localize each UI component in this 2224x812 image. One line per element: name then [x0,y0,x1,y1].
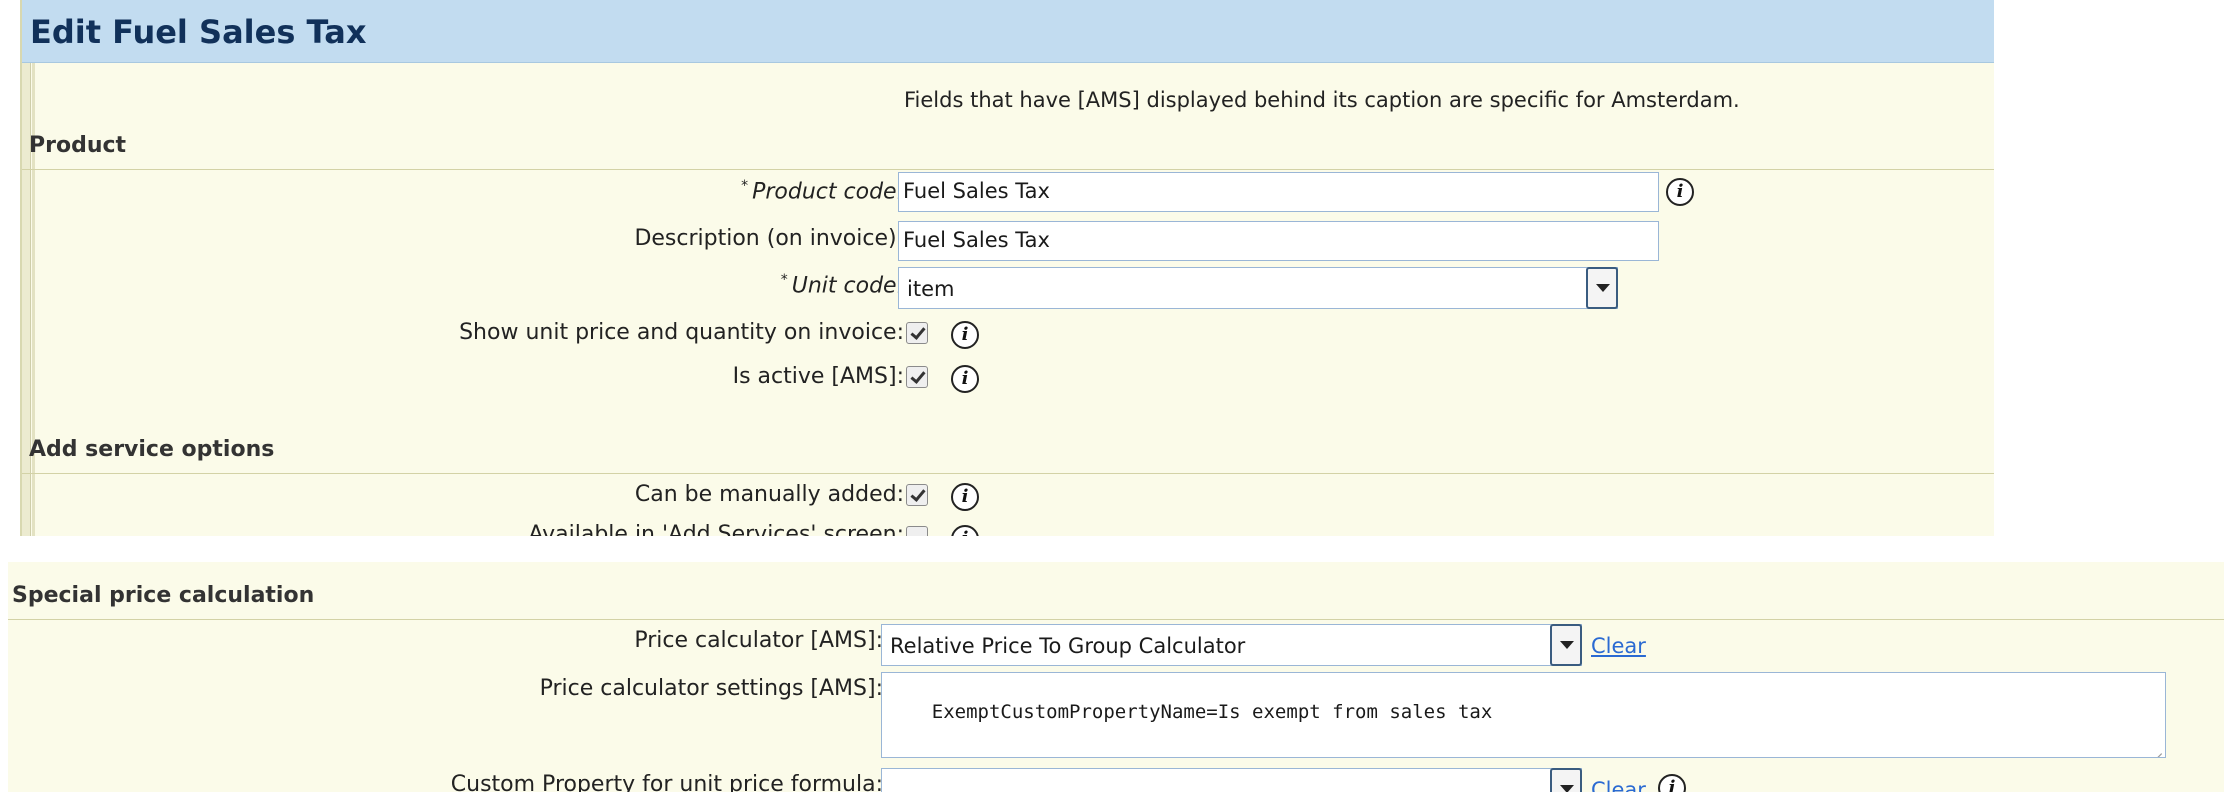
page-title: Edit Fuel Sales Tax [30,13,367,51]
product-code-label-text: Product code: [752,179,904,205]
custom-property-select[interactable] [881,768,1582,792]
available-in-add-services-label: Available in 'Add Services' screen: [528,522,904,536]
description-input[interactable]: Fuel Sales Tax [898,221,1659,261]
special-price-panel: Special price calculation Price calculat… [8,562,2224,792]
chevron-down-icon[interactable] [1550,768,1582,792]
chevron-down-icon[interactable] [1586,267,1618,309]
unit-code-value: item [907,277,955,301]
price-calculator-settings-value: ExemptCustomPropertyName=Is exempt from … [931,701,1493,723]
resize-grip-icon[interactable] [2150,742,2162,754]
clear-price-calculator-link[interactable]: Clear [1591,634,1646,658]
show-unit-price-checkbox[interactable] [906,322,928,344]
section-divider [8,619,2224,620]
price-calculator-select[interactable]: Relative Price To Group Calculator [881,624,1582,666]
section-divider [22,169,1994,170]
info-icon[interactable]: i [951,365,979,393]
info-icon[interactable]: i [1666,178,1694,206]
available-in-add-services-checkbox[interactable] [906,526,928,536]
title-bar: Edit Fuel Sales Tax [22,0,1994,63]
show-unit-price-label: Show unit price and quantity on invoice: [459,320,904,345]
is-active-label: Is active [AMS]: [732,364,904,389]
required-marker: * [741,178,749,194]
manually-added-label: Can be manually added: [634,482,904,507]
section-heading-add-service: Add service options [29,437,275,462]
price-calculator-label: Price calculator [AMS]: [634,628,883,653]
manually-added-checkbox[interactable] [906,484,928,506]
info-icon[interactable]: i [951,483,979,511]
custom-property-label: Custom Property for unit price formula: [450,772,883,792]
price-calculator-settings-textarea[interactable]: ExemptCustomPropertyName=Is exempt from … [881,672,2166,758]
info-icon[interactable]: i [951,525,979,536]
section-heading-product: Product [29,133,127,158]
price-calculator-value: Relative Price To Group Calculator [890,634,1246,658]
unit-code-select[interactable]: item [898,267,1618,309]
product-code-input[interactable]: Fuel Sales Tax [898,172,1659,212]
description-label: Description (on invoice): [634,226,904,251]
unit-code-label: * Unit code: [781,272,904,298]
section-divider [22,473,1994,474]
clear-custom-property-link[interactable]: Clear [1591,778,1646,792]
price-calculator-settings-label: Price calculator settings [AMS]: [539,676,883,701]
info-icon[interactable]: i [1658,774,1686,792]
product-form-panel: Edit Fuel Sales Tax Fields that have [AM… [20,0,1994,536]
required-marker: * [780,272,788,288]
is-active-checkbox[interactable] [906,366,928,388]
chevron-down-icon[interactable] [1550,624,1582,666]
ams-note: Fields that have [AMS] displayed behind … [904,88,1740,112]
section-heading-special-price: Special price calculation [12,583,315,608]
info-icon[interactable]: i [951,321,979,349]
unit-code-label-text: Unit code: [791,273,904,299]
product-code-label: * Product code: [741,178,904,204]
